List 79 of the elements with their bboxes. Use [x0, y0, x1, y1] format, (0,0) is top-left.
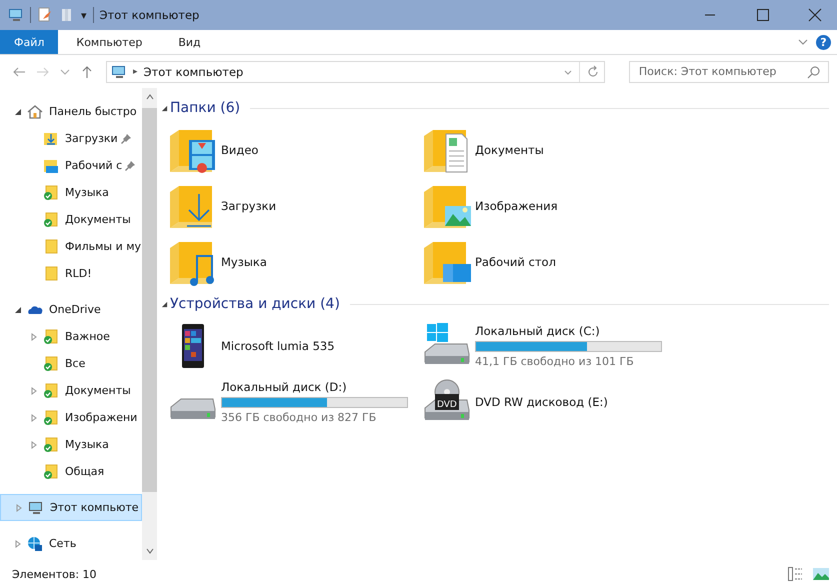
- group-header[interactable]: Папки (6): [170, 100, 240, 116]
- group-header[interactable]: Устройства и диски (4): [170, 296, 340, 312]
- scroll-up-icon[interactable]: [144, 92, 154, 102]
- tree-item[interactable]: Документы: [0, 206, 142, 233]
- help-button[interactable]: ?: [816, 34, 831, 50]
- item-name[interactable]: DVD RW дисковод (E:): [475, 395, 608, 409]
- synced-folder-icon: [43, 356, 59, 372]
- large-icons-view-icon[interactable]: [813, 566, 829, 582]
- globe-icon: [27, 536, 43, 552]
- home-icon: [27, 104, 43, 120]
- synced-folder-icon: [43, 410, 59, 426]
- pin-icon[interactable]: [124, 160, 136, 172]
- expand-arrow-icon[interactable]: [14, 306, 22, 314]
- synced-folder-icon: [43, 184, 59, 200]
- tree-item[interactable]: Панель быстро: [0, 98, 142, 125]
- chevron-down-icon[interactable]: [60, 66, 70, 76]
- tree-item[interactable]: Музыка: [0, 431, 142, 458]
- breadcrumb-item[interactable]: Этот компьютер: [144, 64, 244, 78]
- folder-icon: [43, 238, 59, 254]
- customize-toolbar-dropdown[interactable]: ▾: [81, 8, 87, 22]
- expand-arrow-icon[interactable]: [14, 108, 22, 116]
- ribbon-tab[interactable]: Компьютер: [58, 30, 160, 54]
- computer-icon[interactable]: [8, 7, 24, 23]
- ribbon-tab[interactable]: Вид: [160, 30, 219, 54]
- tree-item[interactable]: Все: [0, 350, 142, 377]
- tree-item[interactable]: Важное: [0, 323, 142, 350]
- tree-item[interactable]: Музыка: [0, 179, 142, 206]
- pin-icon[interactable]: [120, 132, 132, 144]
- tree-item[interactable]: OneDrive: [0, 296, 142, 323]
- properties-icon[interactable]: [37, 7, 53, 23]
- item-name[interactable]: Видео: [221, 143, 258, 157]
- item-count: Элементов: 10: [12, 568, 97, 580]
- computer-icon: [111, 64, 127, 80]
- collapse-arrow-icon[interactable]: [161, 104, 168, 112]
- tree-item[interactable]: Сеть: [0, 530, 142, 557]
- item-name[interactable]: Загрузки: [221, 199, 276, 213]
- hard-drive-icon: [170, 398, 216, 420]
- breadcrumb-separator[interactable]: ▸: [133, 66, 138, 76]
- computer-icon: [28, 500, 44, 516]
- search-icon[interactable]: [807, 64, 821, 78]
- synced-folder-icon: [43, 212, 59, 228]
- collapse-arrow-icon[interactable]: [161, 300, 168, 308]
- refresh-icon[interactable]: [586, 64, 600, 78]
- tree-item[interactable]: Этот компьюте: [0, 494, 142, 521]
- item-name[interactable]: Рабочий стол: [475, 255, 556, 269]
- free-space-text: 41,1 ГБ свободно из 101 ГБ: [475, 355, 635, 368]
- tree-item[interactable]: Рабочий с: [0, 152, 142, 179]
- address-field[interactable]: ▸ Этот компьютер: [106, 60, 605, 82]
- synced-folder-icon: [43, 464, 59, 480]
- ribbon-tab[interactable]: Файл: [0, 30, 58, 54]
- synced-folder-icon: [43, 328, 59, 344]
- scrollbar[interactable]: [142, 88, 157, 560]
- tree-item[interactable]: Изображени: [0, 404, 142, 431]
- scrollbar-thumb[interactable]: [142, 108, 157, 492]
- search-field[interactable]: Поиск: Этот компьютер: [628, 60, 829, 82]
- item-name[interactable]: Локальный диск (C:): [475, 324, 662, 338]
- window-title: Этот компьютер: [100, 8, 200, 22]
- synced-folder-icon: [43, 436, 59, 452]
- tree-item[interactable]: Общая: [0, 458, 142, 485]
- up-arrow-icon[interactable]: [80, 64, 94, 78]
- tree-item[interactable]: Загрузки: [0, 125, 142, 152]
- item-name[interactable]: Музыка: [221, 255, 267, 269]
- chevron-down-icon[interactable]: [798, 37, 808, 47]
- tree-item[interactable]: RLD!: [0, 260, 142, 287]
- folder-icon: [43, 266, 59, 282]
- download-folder-icon: [43, 130, 59, 146]
- back-arrow-icon[interactable]: [12, 64, 26, 78]
- scroll-down-icon[interactable]: [144, 546, 154, 556]
- item-name[interactable]: Документы: [475, 143, 544, 157]
- item-name[interactable]: Локальный диск (D:): [221, 380, 408, 394]
- details-view-icon[interactable]: [787, 566, 803, 582]
- free-space-text: 356 ГБ свободно из 827 ГБ: [221, 411, 378, 424]
- dvd-label: DVD: [435, 400, 459, 410]
- tree-item[interactable]: Фильмы и му: [0, 233, 142, 260]
- item-name[interactable]: Microsoft lumia 535: [221, 339, 335, 353]
- synced-folder-icon: [43, 382, 59, 398]
- tree-item[interactable]: Документы: [0, 377, 142, 404]
- item-name[interactable]: Изображения: [475, 199, 558, 213]
- desktop-folder-icon: [43, 158, 59, 174]
